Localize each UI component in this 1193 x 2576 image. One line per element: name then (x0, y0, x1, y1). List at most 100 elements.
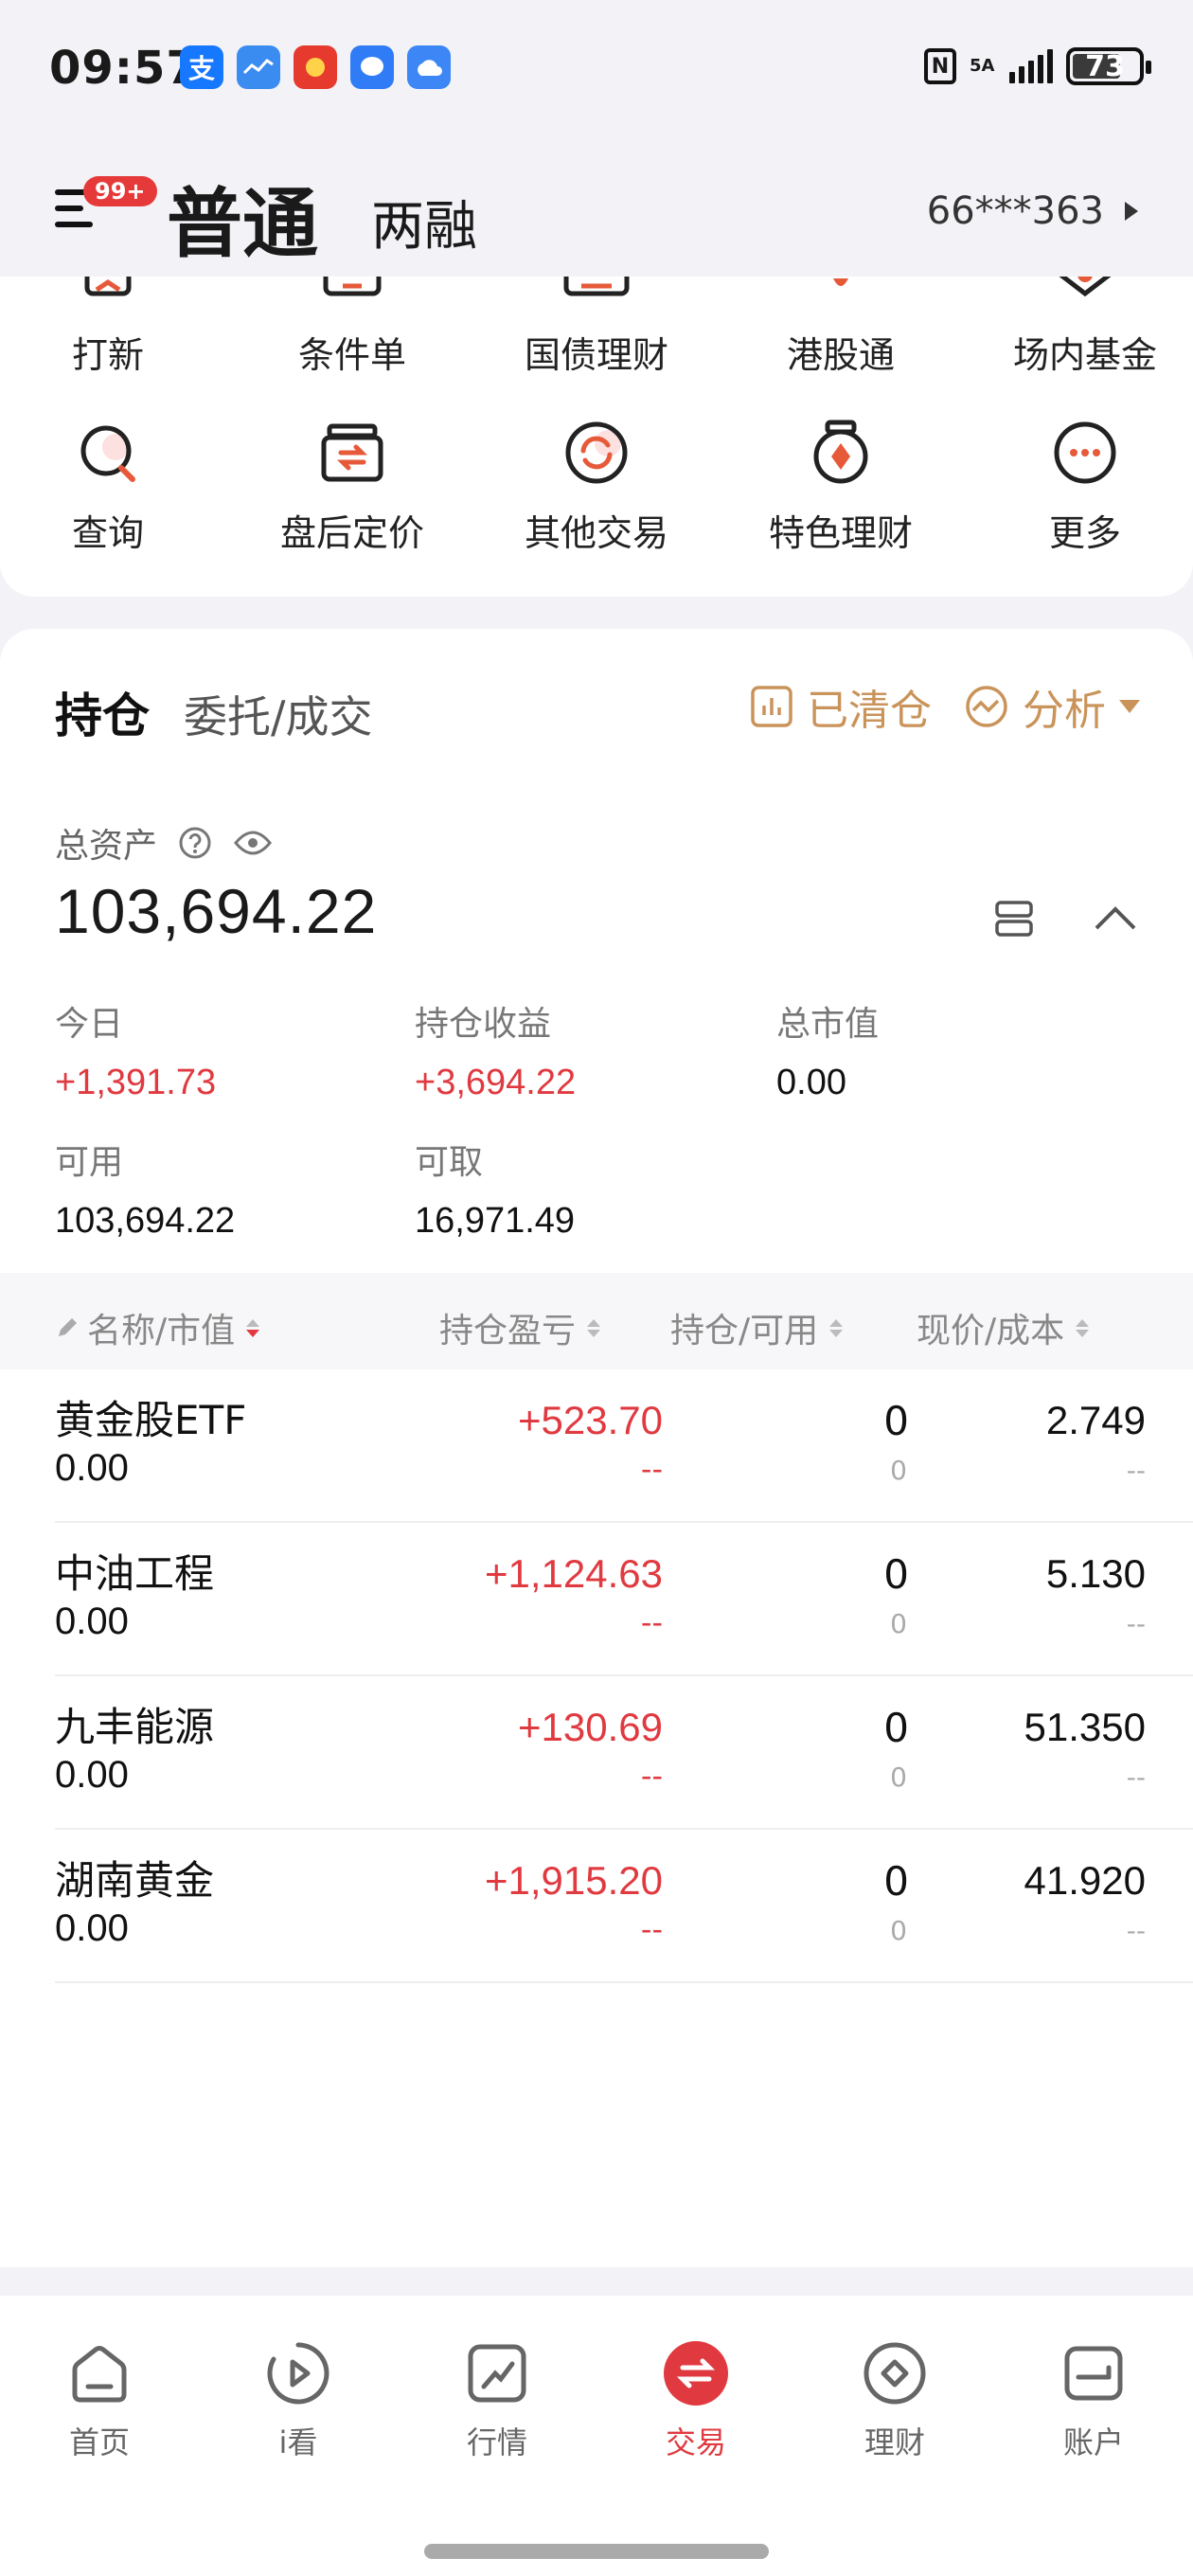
stock-name: 湖南黄金 (55, 1857, 215, 1904)
dropdown-triangle-icon (1119, 700, 1140, 713)
help-icon[interactable] (178, 826, 212, 860)
table-row[interactable]: 黄金股ETF 0.00 +523.70 -- 0 0 2.749 -- (55, 1369, 1193, 1523)
func-hk-connect[interactable]: 港股通 (721, 277, 960, 378)
stock-market-value: 0.00 (55, 1754, 129, 1796)
stock-cost: -- (1126, 1915, 1146, 1946)
edit-icon[interactable] (55, 1315, 80, 1340)
total-assets-label: 总资产 (55, 827, 158, 866)
func-condition-order[interactable]: 条件单 (233, 277, 472, 378)
signal-icon (1009, 49, 1053, 83)
stock-pnl-pct: -- (640, 1604, 663, 1640)
func-treasury[interactable]: 国债理财 (477, 277, 716, 378)
stock-available: 0 (890, 1915, 907, 1946)
battery-icon: 73 (1066, 47, 1151, 85)
sort-icon (246, 1318, 260, 1337)
account-selector[interactable]: 66***363 (927, 189, 1138, 233)
stock-price: 41.920 (1024, 1858, 1146, 1903)
stock-pnl: +1,915.20 (484, 1858, 663, 1903)
analysis-button[interactable]: 分析 (964, 676, 1140, 737)
condition-order-icon (318, 277, 386, 305)
withdrawable-value: 16,971.49 (415, 1201, 576, 1241)
triangle-right-icon (1125, 202, 1138, 221)
metric-position-profit: 持仓收益 +3,694.22 (415, 1005, 577, 1102)
holdings-card: 持仓 委托/成交 已清仓 分析 总资产 103,694.22 今日 +1,391… (0, 629, 1193, 2267)
layout-toggle-icon[interactable] (994, 900, 1034, 941)
analysis-icon (966, 686, 1007, 727)
nav-watch[interactable]: i看 (199, 2339, 398, 2462)
holdings-table-header: 名称/市值 持仓盈亏 持仓/可用 现价/成本 (0, 1273, 1193, 1369)
home-icon (72, 2346, 127, 2403)
func-ipo[interactable]: 打新 (0, 277, 227, 378)
stock-cost: -- (1126, 1608, 1146, 1639)
query-icon (74, 419, 142, 487)
tab-holdings[interactable]: 持仓 (55, 678, 150, 746)
nav-wealth[interactable]: 理财 (795, 2339, 994, 2462)
stock-market-value: 0.00 (55, 1907, 129, 1949)
function-grid: 打新 条件单 国债理财 港股通 场内基金 查询 盘后定价 其他交易 特色理财 更… (0, 277, 1193, 597)
stock-qty: 0 (883, 1551, 909, 1598)
col-qty-available[interactable]: 持仓/可用 (670, 1303, 844, 1352)
tab-margin[interactable]: 两融 (371, 184, 477, 260)
other-trade-icon (562, 419, 631, 487)
holdings-actions: 已清仓 分析 (750, 676, 1140, 737)
stock-cost: -- (1126, 1762, 1146, 1793)
notification-icons: 支 (180, 45, 451, 89)
chevron-up-icon[interactable] (1093, 903, 1138, 936)
col-name-value[interactable]: 名称/市值 (55, 1303, 260, 1352)
table-row[interactable]: 湖南黄金 0.00 +1,915.20 -- 0 0 41.920 -- (55, 1830, 1193, 1983)
nav-market[interactable]: 行情 (398, 2339, 596, 2462)
sort-icon (1076, 1318, 1090, 1337)
tab-orders[interactable]: 委托/成交 (184, 683, 373, 745)
stock-pnl: +130.69 (518, 1705, 663, 1749)
col-pnl[interactable]: 持仓盈亏 (439, 1303, 601, 1352)
eye-icon[interactable] (233, 829, 273, 857)
sort-icon (829, 1318, 844, 1337)
bar-chart-icon (751, 686, 792, 727)
home-indicator[interactable] (424, 2544, 769, 2559)
func-special-wealth[interactable]: 特色理财 (721, 419, 960, 556)
func-other-trade[interactable]: 其他交易 (477, 419, 716, 556)
nfc-icon: N (924, 48, 956, 84)
tab-normal[interactable]: 普通 (167, 163, 318, 273)
special-wealth-icon (807, 419, 875, 487)
stock-name: 九丰能源 (55, 1704, 215, 1750)
func-more[interactable]: 更多 (966, 419, 1193, 556)
trend-icon (468, 2344, 526, 2403)
col-price-cost[interactable]: 现价/成本 (917, 1303, 1090, 1352)
network-type: 5A (970, 56, 995, 76)
func-after-hours[interactable]: 盘后定价 (233, 419, 472, 556)
alipay-icon: 支 (180, 45, 223, 89)
cleared-positions-button[interactable]: 已清仓 (750, 676, 932, 737)
metric-market-value: 总市值 0.00 (776, 1005, 880, 1102)
sort-icon (587, 1318, 601, 1337)
func-exchange-fund[interactable]: 场内基金 (966, 277, 1193, 378)
nav-trade[interactable]: 交易 (596, 2339, 795, 2462)
exchange-fund-icon (1051, 277, 1119, 305)
bottom-nav: 首页 i看 行情 交易 理财 账户 (0, 2296, 1193, 2466)
table-row[interactable]: 中油工程 0.00 +1,124.63 -- 0 0 5.130 -- (55, 1523, 1193, 1676)
stock-pnl: +523.70 (518, 1398, 663, 1442)
stock-pnl-pct: -- (640, 1758, 663, 1794)
available-value: 103,694.22 (55, 1201, 236, 1241)
red-envelope-app-icon (294, 45, 337, 89)
stock-qty: 0 (883, 1858, 909, 1905)
cloud-app-icon (407, 45, 451, 89)
nav-home[interactable]: 首页 (0, 2339, 199, 2462)
metric-available: 可用 103,694.22 (55, 1143, 236, 1241)
stock-name: 黄金股ETF (55, 1397, 247, 1443)
stock-available: 0 (890, 1455, 907, 1486)
hk-connect-icon (807, 277, 875, 305)
func-query[interactable]: 查询 (0, 419, 227, 556)
system-icons: N 5A 73 (924, 47, 1151, 85)
account-icon (1064, 2346, 1123, 2401)
account-number: 66***363 (926, 189, 1104, 233)
table-row[interactable]: 九丰能源 0.00 +130.69 -- 0 0 51.350 -- (55, 1676, 1193, 1830)
stock-price: 2.749 (1045, 1398, 1146, 1442)
more-icon (1051, 419, 1119, 487)
stock-available: 0 (890, 1608, 907, 1639)
nav-account[interactable]: 账户 (994, 2339, 1193, 2462)
battery-level: 73 (1085, 49, 1125, 83)
message-badge: 99+ (83, 176, 157, 206)
market-value-value: 0.00 (776, 1063, 846, 1102)
trade-icon (664, 2341, 728, 2406)
